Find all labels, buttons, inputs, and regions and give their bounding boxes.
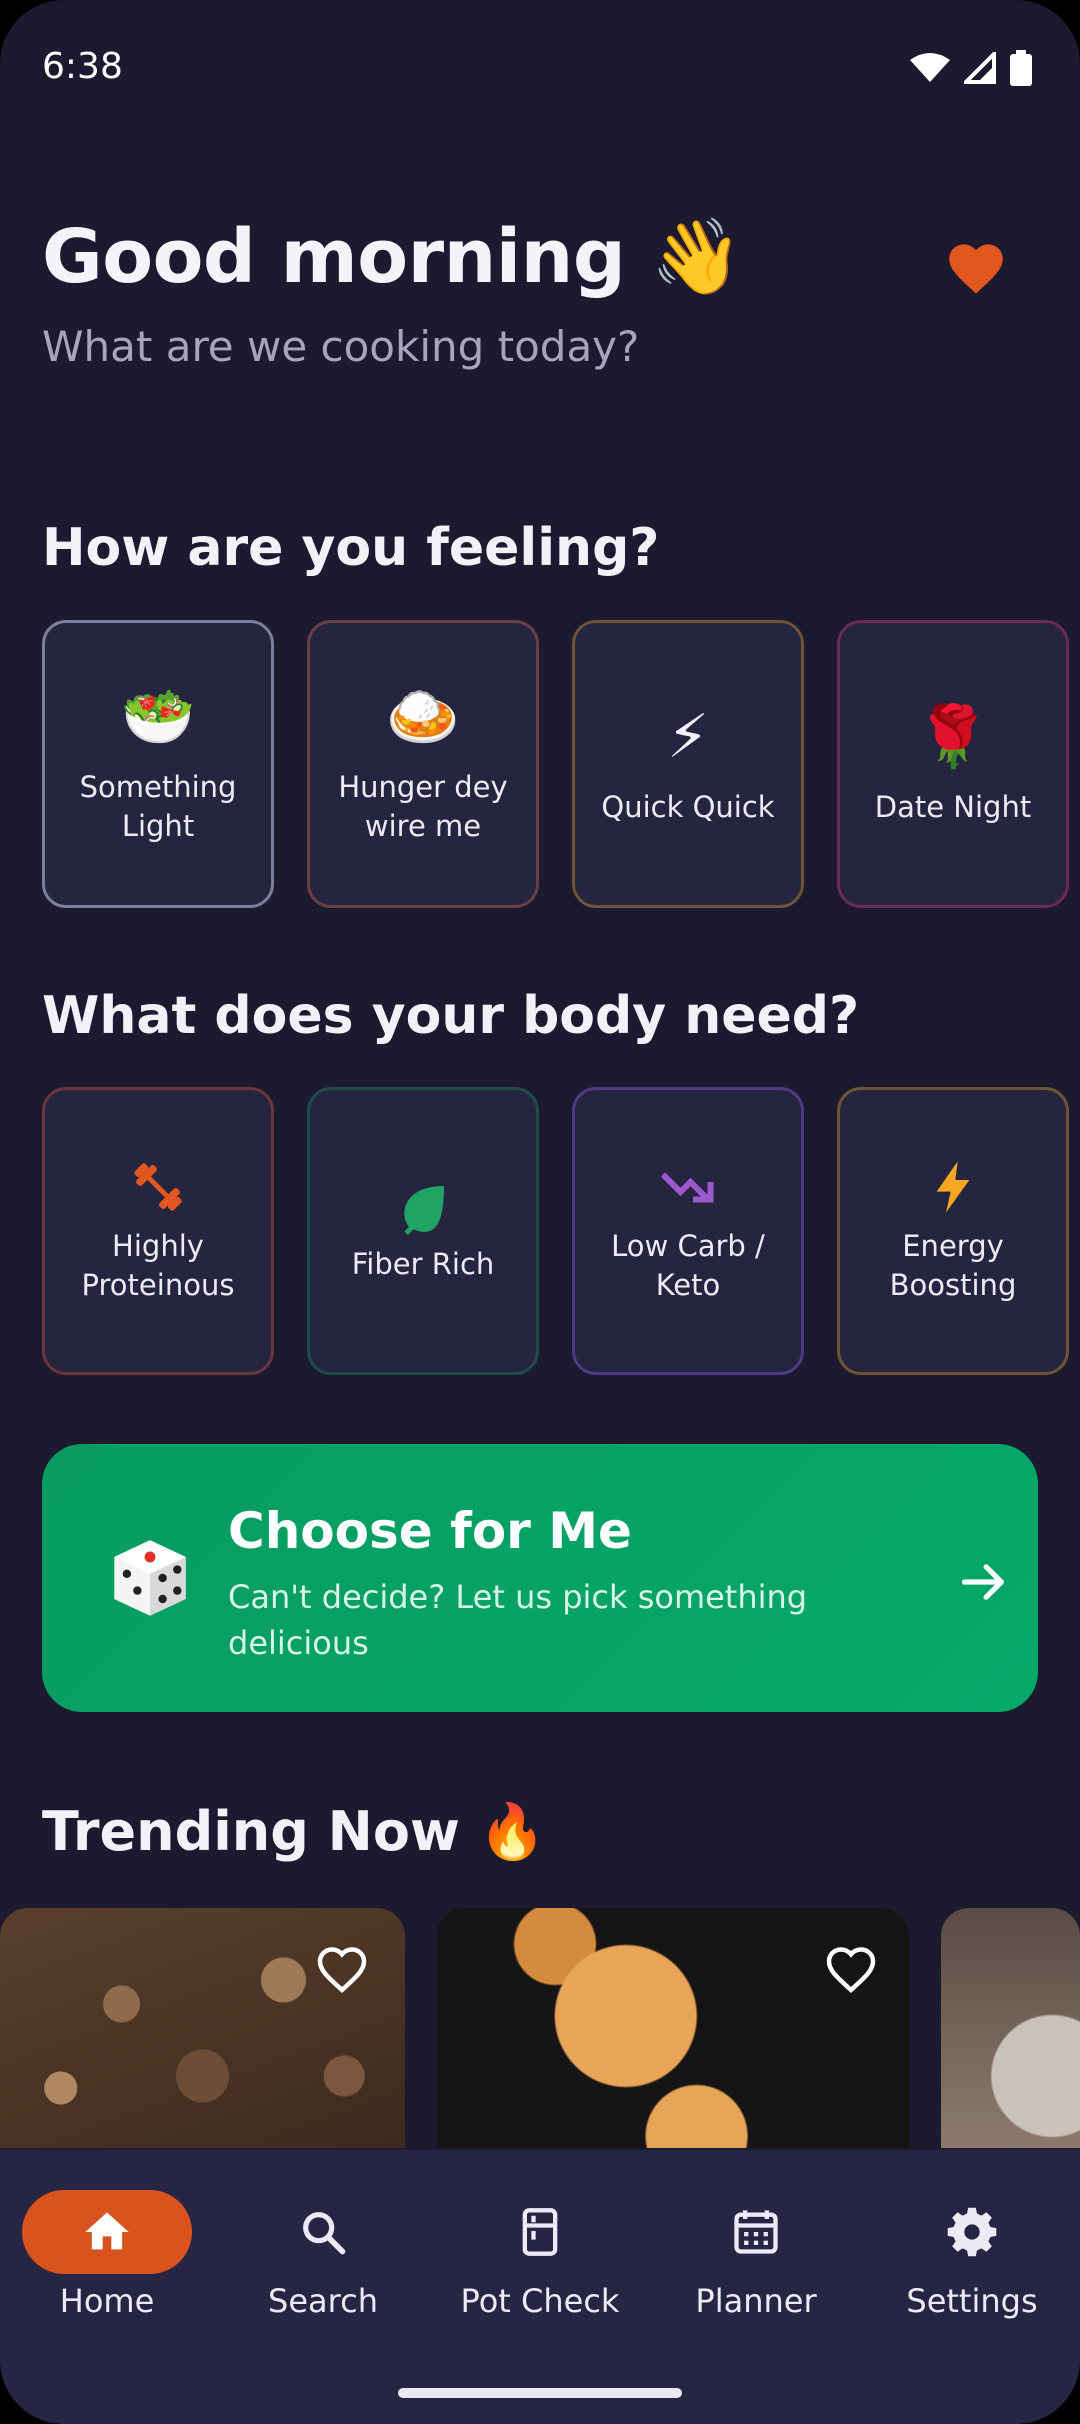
trending-section-title: Trending Now 🔥 [42,1800,546,1864]
status-bar: 6:38 [0,0,1080,140]
mood-section-title: How are you feeling? [42,518,660,578]
nav-item-home[interactable]: Home [7,2190,207,2320]
battery-icon [1010,50,1032,86]
nav-label: Search [268,2282,378,2320]
body-card-label: Low Carb / Keto [611,1229,765,1302]
fridge-icon-wrap [455,2190,625,2274]
search-icon-wrap [238,2190,408,2274]
nav-label: Settings [906,2282,1038,2320]
mood-card-label: Date Night [874,789,1032,824]
body-section-title: What does your body need? [42,986,860,1046]
greeting-heading: Good morning 👋 [42,214,743,301]
search-icon [303,2212,346,2255]
body-card-label: Fiber Rich [351,1246,495,1281]
trending-down-icon [660,1172,714,1203]
dice-icon [114,1540,186,1616]
choose-for-me-title: Choose for Me [228,1502,632,1560]
body-card-fiber-rich[interactable]: Fiber Rich [307,1087,539,1375]
choose-for-me-description: Can't decide? Let us pick something deli… [228,1578,808,1662]
home-active-pill [22,2190,192,2274]
rice-dish-icon: 🍛 [385,682,461,752]
body-card-label: Energy Boosting [889,1229,1017,1302]
nav-label: Planner [695,2282,817,2320]
gesture-handle[interactable] [398,2388,682,2398]
favorite-heart-icon[interactable] [312,1940,372,2000]
mood-row: 🥗 Something Light 🍛 Hunger dey wire me ⚡… [42,620,1069,908]
wifi-icon [910,53,950,82]
greeting-subtitle: What are we cooking today? [42,322,640,371]
bottom-navigation: Home Search Pot Check Planner Settings [0,2150,1080,2424]
trending-card-1[interactable] [0,1908,405,2148]
mood-card-quick-quick[interactable]: ⚡ Quick Quick [572,620,804,908]
choose-for-me-card[interactable]: Choose for Me Can't decide? Let us pick … [42,1444,1038,1712]
favorite-heart-icon[interactable] [821,1940,881,2000]
leaf-icon [404,1185,444,1235]
fridge-icon [522,2208,558,2256]
body-card-energy-boosting[interactable]: Energy Boosting [837,1087,1069,1375]
calendar-icon [734,2210,778,2254]
signal-icon [964,52,996,84]
mood-card-hunger-dey-wire-me[interactable]: 🍛 Hunger dey wire me [307,620,539,908]
body-card-highly-proteinous[interactable]: Highly Proteinous [42,1087,274,1375]
dumbbell-icon [134,1163,182,1211]
favorites-heart-icon[interactable] [944,240,1008,296]
trending-card-3[interactable] [941,1908,1080,2148]
calendar-icon-wrap [671,2190,841,2274]
greeting-text: Good morning [42,214,626,300]
status-time: 6:38 [42,46,123,87]
gear-icon [947,2207,997,2257]
wave-emoji: 👋 [650,214,743,300]
trending-title-text: Trending Now [42,1800,460,1863]
mood-card-label: Quick Quick [601,789,775,824]
nav-item-settings[interactable]: Settings [872,2190,1072,2320]
arrow-right-icon [961,1564,1004,1600]
nav-label: Pot Check [460,2282,620,2320]
fire-emoji: 🔥 [478,1800,546,1863]
nav-item-pot-check[interactable]: Pot Check [440,2190,640,2320]
body-card-label: Highly Proteinous [81,1229,235,1302]
mood-card-label: Hunger dey wire me [338,770,508,843]
nav-item-search[interactable]: Search [223,2190,423,2320]
gear-icon-wrap [887,2190,1057,2274]
body-card-low-carb-keto[interactable]: Low Carb / Keto [572,1087,804,1375]
salad-icon: 🥗 [120,682,196,752]
rose-icon: 🌹 [915,701,991,772]
nav-item-planner[interactable]: Planner [656,2190,856,2320]
app-screen: 6:38 Good morning 👋 What are we cooking … [0,0,1080,2424]
mood-card-label: Something Light [79,770,237,843]
lightning-icon: ⚡ [666,701,710,772]
body-row: Highly Proteinous Fiber Rich Low Carb / … [42,1087,1069,1375]
mood-card-date-night[interactable]: 🌹 Date Night [837,620,1069,908]
status-icons [910,50,1032,86]
trending-card-2[interactable] [437,1908,909,2148]
nav-label: Home [59,2282,155,2320]
home-icon [85,2212,129,2250]
mood-card-something-light[interactable]: 🥗 Something Light [42,620,274,908]
bolt-icon [936,1161,970,1213]
